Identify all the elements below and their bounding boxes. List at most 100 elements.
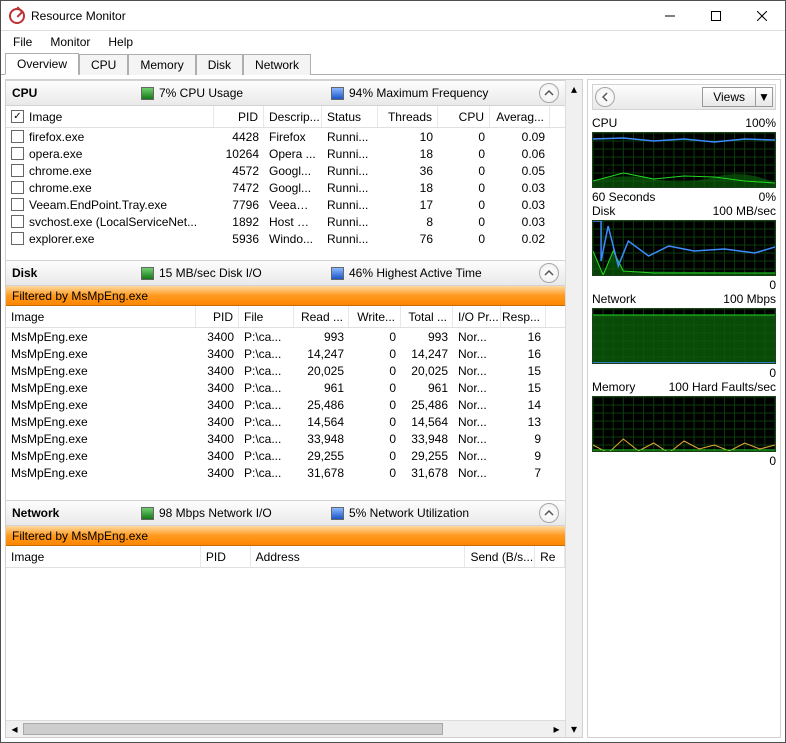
col-pid[interactable]: PID (214, 106, 264, 127)
table-row[interactable]: MsMpEng.exe3400P:\ca...31,678031,678Nor.… (6, 464, 565, 481)
cell-desc: Host Pr... (264, 215, 322, 229)
minimize-button[interactable] (647, 1, 693, 30)
cell-pid: 4428 (214, 130, 264, 144)
col-resp[interactable]: Resp... (501, 306, 546, 327)
scroll-right-icon[interactable]: ▸ (548, 721, 565, 737)
cell-cpu: 0 (438, 232, 490, 246)
col-cpu[interactable]: CPU (438, 106, 490, 127)
col-addr[interactable]: Address (251, 546, 466, 567)
col-image[interactable]: Image (6, 306, 196, 327)
col-write[interactable]: Write... (349, 306, 401, 327)
cell-resp: 14 (501, 398, 546, 412)
table-row[interactable]: MsMpEng.exe3400P:\ca...9930993Nor...16 (6, 328, 565, 345)
table-row[interactable]: MsMpEng.exe3400P:\ca...14,564014,564Nor.… (6, 413, 565, 430)
col-desc[interactable]: Descrip... (264, 106, 322, 127)
cell-read: 14,247 (294, 347, 349, 361)
col-read[interactable]: Read ... (294, 306, 349, 327)
dropdown-icon[interactable]: ▼ (756, 88, 772, 106)
col-iopr[interactable]: I/O Pr... (453, 306, 501, 327)
col-status[interactable]: Status (322, 106, 378, 127)
cell-resp: 9 (501, 449, 546, 463)
side-column: Views ▼ CPU100%60 Seconds0%Disk100 MB/se… (587, 79, 781, 738)
cell-write: 0 (349, 364, 401, 378)
views-button[interactable]: Views ▼ (702, 87, 773, 107)
cell-read: 961 (294, 381, 349, 395)
cell-iopr: Nor... (453, 432, 501, 446)
col-avg[interactable]: Averag... (490, 106, 550, 127)
cell-threads: 36 (378, 164, 438, 178)
checkbox-icon[interactable] (11, 147, 24, 160)
tab-overview[interactable]: Overview (5, 53, 79, 75)
col-image[interactable]: Image (6, 106, 214, 127)
table-row[interactable]: opera.exe10264Opera ...Runni...1800.06 (6, 145, 565, 162)
col-pid[interactable]: PID (196, 306, 239, 327)
chart-title: Memory (592, 380, 635, 394)
checkbox-icon[interactable] (11, 110, 24, 123)
table-row[interactable]: MsMpEng.exe3400P:\ca...14,247014,247Nor.… (6, 345, 565, 362)
menu-help[interactable]: Help (100, 33, 141, 51)
col-image[interactable]: Image (6, 546, 201, 567)
maximize-button[interactable] (693, 1, 739, 30)
menu-monitor[interactable]: Monitor (42, 33, 98, 51)
collapse-button[interactable] (539, 263, 559, 283)
table-row[interactable]: svchost.exe (LocalServiceNet...1892Host … (6, 213, 565, 230)
collapse-button[interactable] (539, 83, 559, 103)
col-file[interactable]: File (239, 306, 294, 327)
col-pid[interactable]: PID (201, 546, 251, 567)
chart-max: 100% (745, 116, 776, 130)
net-column-header: Image PID Address Send (B/s... Re (6, 546, 565, 568)
table-row[interactable]: Veeam.EndPoint.Tray.exe7796Veeam ...Runn… (6, 196, 565, 213)
scroll-up-icon[interactable]: ▴ (566, 80, 582, 97)
table-row[interactable]: chrome.exe4572Googl...Runni...3600.05 (6, 162, 565, 179)
col-total[interactable]: Total ... (401, 306, 453, 327)
tab-memory[interactable]: Memory (128, 54, 195, 75)
disk-column-header: Image PID File Read ... Write... Total .… (6, 306, 565, 328)
checkbox-icon[interactable] (11, 181, 24, 194)
tab-disk[interactable]: Disk (196, 54, 243, 75)
scroll-down-icon[interactable]: ▾ (566, 720, 582, 737)
checkbox-icon[interactable] (11, 164, 24, 177)
col-send[interactable]: Send (B/s... (465, 546, 535, 567)
expand-button[interactable] (595, 87, 615, 107)
checkbox-icon[interactable] (11, 232, 24, 245)
menu-file[interactable]: File (5, 33, 40, 51)
chart-min: 0 (769, 366, 776, 380)
table-row[interactable]: MsMpEng.exe3400P:\ca...33,948033,948Nor.… (6, 430, 565, 447)
cell-pid: 5936 (214, 232, 264, 246)
table-row[interactable]: MsMpEng.exe3400P:\ca...20,025020,025Nor.… (6, 362, 565, 379)
cell-pid: 4572 (214, 164, 264, 178)
cell-resp: 16 (501, 347, 546, 361)
cell-total: 20,025 (401, 364, 453, 378)
table-row[interactable]: MsMpEng.exe3400P:\ca...29,255029,255Nor.… (6, 447, 565, 464)
scroll-thumb[interactable] (23, 723, 443, 735)
cell-write: 0 (349, 330, 401, 344)
horizontal-scrollbar[interactable]: ◂ ▸ (6, 720, 565, 737)
cell-status: Runni... (322, 198, 378, 212)
table-row[interactable]: MsMpEng.exe3400P:\ca...25,486025,486Nor.… (6, 396, 565, 413)
cell-image: svchost.exe (LocalServiceNet... (6, 215, 214, 229)
network-panel: Network 98 Mbps Network I/O 5% Network U… (6, 500, 565, 737)
table-row[interactable]: chrome.exe7472Googl...Runni...1800.03 (6, 179, 565, 196)
cell-threads: 18 (378, 147, 438, 161)
table-row[interactable]: MsMpEng.exe3400P:\ca...9610961Nor...15 (6, 379, 565, 396)
cell-desc: Opera ... (264, 147, 322, 161)
cpu-panel: CPU 7% CPU Usage 94% Maximum Frequency I… (6, 80, 565, 260)
chart (592, 220, 776, 276)
col-recv[interactable]: Re (535, 546, 565, 567)
checkbox-icon[interactable] (11, 198, 24, 211)
app-icon (9, 8, 25, 24)
tab-cpu[interactable]: CPU (79, 54, 128, 75)
tabbar: Overview CPU Memory Disk Network (1, 53, 785, 75)
table-row[interactable]: explorer.exe5936Windo...Runni...7600.02 (6, 230, 565, 247)
vertical-scrollbar[interactable]: ▴ ▾ (565, 80, 582, 737)
checkbox-icon[interactable] (11, 215, 24, 228)
table-row[interactable]: firefox.exe4428FirefoxRunni...1000.09 (6, 128, 565, 145)
checkbox-icon[interactable] (11, 130, 24, 143)
tab-network[interactable]: Network (243, 54, 311, 75)
cell-image: MsMpEng.exe (6, 466, 196, 480)
cell-status: Runni... (322, 147, 378, 161)
scroll-left-icon[interactable]: ◂ (6, 721, 23, 737)
close-button[interactable] (739, 1, 785, 30)
col-threads[interactable]: Threads (378, 106, 438, 127)
collapse-button[interactable] (539, 503, 559, 523)
